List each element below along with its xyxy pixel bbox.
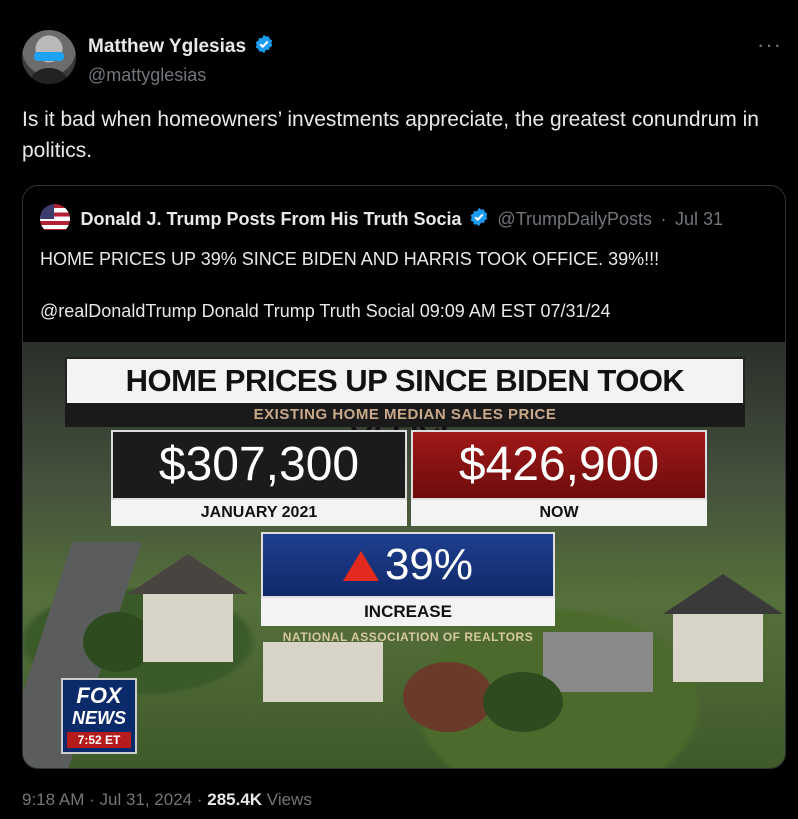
tweet-header: Matthew Yglesias @mattyglesias ··· (22, 30, 782, 86)
chart-headline: HOME PRICES UP SINCE BIDEN TOOK OFFICE (65, 357, 745, 442)
quote-text: HOME PRICES UP 39% SINCE BIDEN AND HARRI… (40, 246, 770, 324)
tweet-time[interactable]: 9:18 AM (22, 790, 84, 809)
house-roof (663, 574, 783, 614)
quote-verified-badge-icon (469, 207, 489, 231)
avatar-shirt (28, 68, 70, 84)
current-price-value: $426,900 (411, 430, 707, 500)
house-roof (128, 554, 248, 594)
up-triangle-icon (342, 551, 379, 581)
quote-media-image[interactable]: HOME PRICES UP SINCE BIDEN TOOK OFFICE E… (23, 342, 785, 768)
more-options-icon[interactable]: ··· (757, 32, 782, 58)
quote-text-line-1: HOME PRICES UP 39% SINCE BIDEN AND HARRI… (40, 249, 660, 269)
author-display-name[interactable]: Matthew Yglesias (88, 36, 246, 58)
quote-separator: · (660, 208, 667, 229)
author-name-block: Matthew Yglesias @mattyglesias (88, 34, 274, 86)
footer-separator: · (84, 790, 100, 809)
views-count: 285.4K (207, 790, 263, 809)
broadcast-time: 7:52 ET (67, 732, 131, 748)
quote-display-name: Donald J. Trump Posts From His Truth Soc… (80, 208, 462, 229)
tweet-footer: 9:18 AM · Jul 31, 2024 · 285.4K Views (22, 790, 312, 810)
house (143, 592, 233, 662)
author-handle[interactable]: @mattyglesias (88, 65, 274, 86)
house (673, 612, 763, 682)
quote-handle: @TrumpDailyPosts (497, 208, 653, 229)
author-avatar[interactable] (22, 30, 76, 84)
tweet-text: Is it bad when homeowners’ investments a… (22, 108, 759, 162)
data-source: NATIONAL ASSOCIATION OF REALTORS (282, 630, 534, 644)
verified-badge-icon[interactable] (254, 34, 274, 59)
network-logo-line-1: FOX (76, 683, 122, 708)
views-label: Views (262, 790, 312, 809)
quote-text-line-2: @realDonaldTrump Donald Trump Truth Soci… (40, 301, 611, 321)
quote-header: Donald J. Trump Posts From His Truth Soc… (40, 204, 780, 230)
tree (403, 662, 493, 732)
tweet-date[interactable]: Jul 31, 2024 (99, 790, 192, 809)
january-price-value: $307,300 (111, 430, 407, 500)
increase-label: INCREASE (261, 598, 555, 626)
quote-date: Jul 31 (674, 208, 724, 229)
fox-news-logo: FOX NEWS 7:52 ET (61, 678, 137, 754)
january-label: JANUARY 2021 (111, 500, 407, 526)
network-logo-line-2: NEWS (72, 708, 126, 728)
percent-change-box: 39% (261, 532, 555, 598)
now-label: NOW (411, 500, 707, 526)
percent-change-value: 39% (384, 540, 474, 589)
quote-tweet-card[interactable]: Donald J. Trump Posts From His Truth Soc… (22, 185, 786, 769)
tree (483, 672, 563, 732)
quote-avatar (40, 204, 70, 230)
footer-separator: · (192, 790, 208, 809)
avatar-glasses (34, 52, 64, 61)
house (543, 632, 653, 692)
house (263, 642, 383, 702)
chart-subheadline: EXISTING HOME MEDIAN SALES PRICE (65, 403, 745, 427)
